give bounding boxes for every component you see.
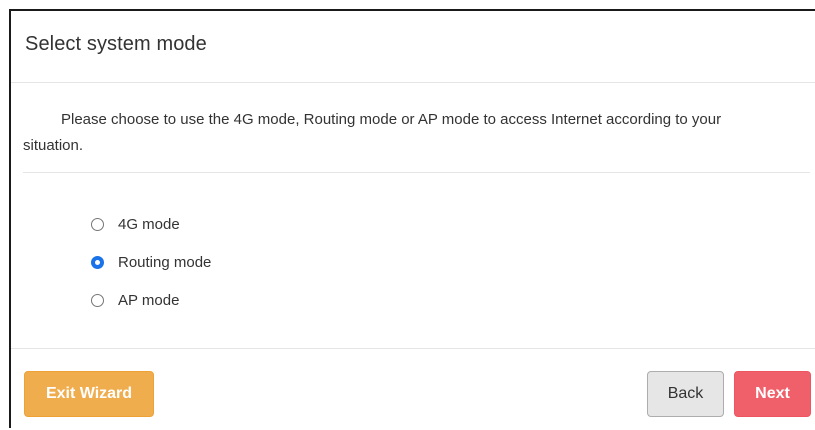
dialog-body: Please choose to use the 4G mode, Routin… [11, 83, 815, 349]
system-mode-dialog: Select system mode Please choose to use … [9, 9, 815, 428]
exit-wizard-button[interactable]: Exit Wizard [24, 371, 154, 417]
next-button[interactable]: Next [734, 371, 811, 417]
mode-label-routing: Routing mode [118, 253, 212, 271]
mode-radio-group: 4G mode Routing mode AP mode [91, 205, 211, 319]
mode-option-ap[interactable]: AP mode [91, 281, 211, 319]
back-button[interactable]: Back [647, 371, 724, 417]
dialog-title: Select system mode [25, 33, 207, 55]
mode-option-routing[interactable]: Routing mode [91, 243, 211, 281]
radio-ap-mode[interactable] [91, 293, 104, 307]
dialog-footer: Exit Wizard Back Next [11, 349, 815, 430]
dialog-header: Select system mode [11, 11, 815, 83]
radio-4g-mode[interactable] [91, 217, 104, 231]
mode-label-4g: 4G mode [118, 215, 180, 233]
mode-option-4g[interactable]: 4G mode [91, 205, 211, 243]
divider [23, 172, 810, 173]
mode-description: Please choose to use the 4G mode, Routin… [23, 111, 722, 154]
mode-label-ap: AP mode [118, 291, 180, 309]
radio-routing-mode[interactable] [91, 255, 104, 269]
